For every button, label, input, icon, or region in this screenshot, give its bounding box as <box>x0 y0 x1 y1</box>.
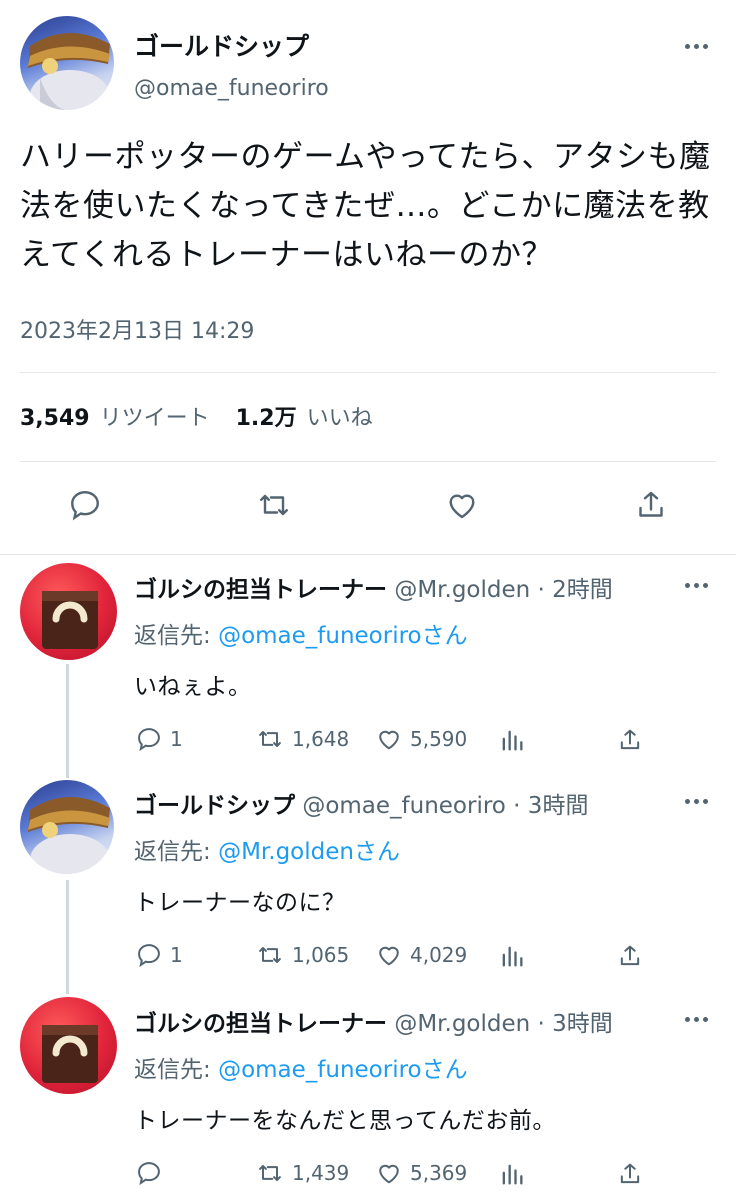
reply-action-bar: 1 1,648 5,590 <box>134 725 654 755</box>
like-icon[interactable] <box>443 487 481 523</box>
avatar[interactable] <box>20 780 114 874</box>
retweets-count[interactable]: 3,549 <box>20 406 90 431</box>
reply-to-prefix: 返信先: <box>134 839 219 865</box>
more-icon[interactable] <box>685 799 708 804</box>
reply-icon <box>138 1162 160 1186</box>
reply-text: いねぇよ。 <box>134 674 252 700</box>
display-name[interactable]: ゴールドシップ <box>134 27 309 63</box>
reply-button[interactable] <box>134 1159 170 1187</box>
display-name[interactable]: ゴールドシップ <box>134 793 295 819</box>
avatar-image <box>28 796 110 874</box>
avatar-image <box>42 591 98 649</box>
share-icon[interactable] <box>633 487 669 523</box>
analytics-icon[interactable] <box>498 726 526 754</box>
avatar-image <box>42 1025 98 1083</box>
tweet-action-bar <box>0 487 736 527</box>
reply-header: ゴールドシップ @omae_funeoriro · 3時間 <box>134 786 588 820</box>
divider <box>20 372 716 373</box>
avatar[interactable] <box>20 997 117 1094</box>
tweet-text: ハリーポッターのゲームやってたら、アタシも魔法を使いたくなってきたぜ…。どこかに… <box>20 139 711 273</box>
retweet-icon <box>259 947 281 963</box>
reply-button[interactable]: 1 <box>134 725 183 753</box>
reply-button[interactable]: 1 <box>134 941 183 969</box>
reply-meta[interactable]: @omae_funeoriro · 3時間 <box>302 793 588 819</box>
display-name[interactable]: ゴルシの担当トレーナー <box>134 577 387 603</box>
more-icon[interactable] <box>685 44 708 49</box>
reply-header: ゴルシの担当トレーナー @Mr.golden · 2時間 <box>134 570 613 604</box>
reply-to-mention[interactable]: @omae_funeoriroさん <box>218 623 468 649</box>
reply-meta[interactable]: @Mr.golden · 2時間 <box>394 577 612 603</box>
reply-text: トレーナーをなんだと思ってんだお前。 <box>134 1108 556 1134</box>
reply-action-bar: 1,439 5,369 <box>134 1159 654 1189</box>
tweet-timestamp[interactable]: 2023年2月13日 14:29 <box>20 313 254 345</box>
reply-tweet[interactable]: ゴルシの担当トレーナー @Mr.golden · 2時間 返信先: @omae_… <box>0 563 736 770</box>
reply-to-line: 返信先: @Mr.goldenさん <box>134 832 400 866</box>
main-tweet: ゴールドシップ @omae_funeoriro ハリーポッターのゲームやってたら… <box>0 0 736 556</box>
reply-to-line: 返信先: @omae_funeoriroさん <box>134 616 468 650</box>
likes-count[interactable]: 1.2万 <box>236 400 297 432</box>
reply-to-mention[interactable]: @omae_funeoriroさん <box>218 1057 468 1083</box>
display-name[interactable]: ゴルシの担当トレーナー <box>134 1011 387 1037</box>
more-icon[interactable] <box>685 1017 708 1022</box>
reply-text: トレーナーなのに？ <box>134 890 346 916</box>
avatar-image <box>28 32 110 110</box>
like-icon <box>379 946 399 966</box>
reply-icon <box>138 944 160 968</box>
reply-count: 1 <box>170 943 183 967</box>
likes-label[interactable]: いいね <box>307 400 373 432</box>
like-count: 5,369 <box>410 1161 468 1185</box>
retweet-icon[interactable] <box>254 487 294 523</box>
share-icon[interactable] <box>616 1160 644 1188</box>
reply-to-line: 返信先: @omae_funeoriroさん <box>134 1050 468 1084</box>
avatar[interactable] <box>20 16 114 110</box>
analytics-icon[interactable] <box>498 1160 526 1188</box>
divider <box>20 461 716 462</box>
retweet-button[interactable]: 1,648 <box>254 725 349 753</box>
retweet-count: 1,439 <box>292 1161 350 1185</box>
reply-to-prefix: 返信先: <box>134 1057 219 1083</box>
reply-icon <box>138 728 160 752</box>
like-button[interactable]: 4,029 <box>374 941 467 969</box>
reply-meta[interactable]: @Mr.golden · 3時間 <box>394 1011 612 1037</box>
retweet-count: 1,065 <box>292 943 350 967</box>
retweet-button[interactable]: 1,065 <box>254 941 349 969</box>
retweets-label[interactable]: リツイート <box>100 400 210 432</box>
analytics-icon[interactable] <box>498 942 526 970</box>
retweet-icon <box>259 1165 281 1181</box>
section-divider <box>0 554 736 555</box>
share-icon[interactable] <box>616 726 644 754</box>
like-button[interactable]: 5,590 <box>374 725 467 753</box>
like-icon <box>379 1164 399 1184</box>
like-icon <box>379 730 399 750</box>
user-handle[interactable]: @omae_funeoriro <box>134 76 329 101</box>
reply-count: 1 <box>170 727 183 751</box>
reply-to-mention[interactable]: @Mr.goldenさん <box>218 839 400 865</box>
share-icon[interactable] <box>616 942 644 970</box>
like-count: 5,590 <box>410 727 468 751</box>
reply-icon[interactable] <box>66 487 104 523</box>
like-button[interactable]: 5,369 <box>374 1159 467 1187</box>
reply-header: ゴルシの担当トレーナー @Mr.golden · 3時間 <box>134 1004 613 1038</box>
reply-action-bar: 1 1,065 4,029 <box>134 941 654 971</box>
avatar[interactable] <box>20 563 117 660</box>
tweet-stats: 3,549 リツイート 1.2万 いいね <box>20 400 399 432</box>
retweet-button[interactable]: 1,439 <box>254 1159 349 1187</box>
retweet-icon <box>259 731 281 747</box>
retweet-count: 1,648 <box>292 727 350 751</box>
reply-tweet[interactable]: ゴールドシップ @omae_funeoriro · 3時間 返信先: @Mr.g… <box>0 780 736 986</box>
like-count: 4,029 <box>410 943 468 967</box>
more-icon[interactable] <box>685 583 708 588</box>
reply-tweet[interactable]: ゴルシの担当トレーナー @Mr.golden · 3時間 返信先: @omae_… <box>0 997 736 1200</box>
reply-to-prefix: 返信先: <box>134 623 219 649</box>
